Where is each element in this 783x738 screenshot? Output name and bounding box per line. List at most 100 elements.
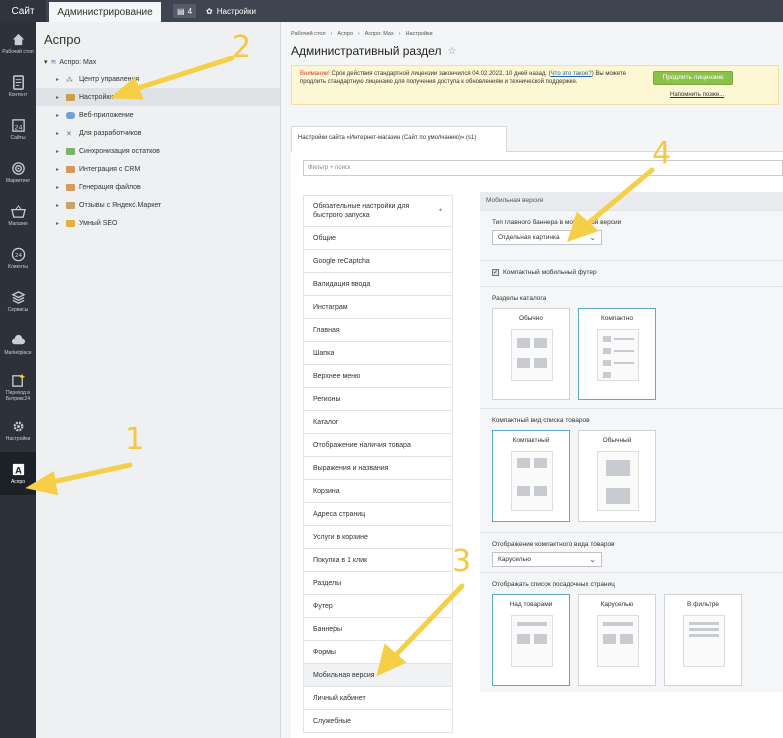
tree-item-control-center[interactable]: ▸ ⁂ Центр управления xyxy=(36,70,280,88)
compact-footer-checkbox[interactable]: ✓ xyxy=(492,269,499,276)
nav-bitrix24[interactable]: Переход в Битрикс24 xyxy=(0,366,36,409)
nav-clients[interactable]: 24 Клиенты xyxy=(0,237,36,280)
option-card-normal[interactable]: Обычно xyxy=(492,308,570,400)
menu-item[interactable]: Покупка в 1 клик xyxy=(303,549,453,572)
site-tab[interactable]: Сайт xyxy=(0,0,46,22)
option-card-compact[interactable]: Компактно xyxy=(578,308,656,400)
menu-item[interactable]: Главная xyxy=(303,319,453,342)
what-is-it-link[interactable]: Что это такое? xyxy=(551,71,592,77)
menu-item[interactable]: Корзина xyxy=(303,480,453,503)
tree-item-smart-seo[interactable]: ▸ Умный SEO xyxy=(36,214,280,232)
expand-icon[interactable]: ▸ xyxy=(56,166,62,173)
banner-type-select[interactable]: Отдельная картинка ⌄ xyxy=(492,230,602,245)
expand-icon[interactable]: ▸ xyxy=(56,184,62,191)
aspro-a-icon: A xyxy=(12,463,24,475)
layout-preview xyxy=(511,329,553,381)
menu-item[interactable]: Формы xyxy=(303,641,453,664)
menu-item[interactable]: Личный кабинет xyxy=(303,687,453,710)
tree-item-webapp[interactable]: ▸ Веб-приложение xyxy=(36,106,280,124)
menu-item[interactable]: Валидация ввода xyxy=(303,273,453,296)
menu-item[interactable]: Обязательные настройки для быстрого запу… xyxy=(303,195,453,227)
tree-item-sync[interactable]: ▸ Синхронизация остатков xyxy=(36,142,280,160)
tree-item-yandex-reviews[interactable]: ▸ Отзывы с Яндекс.Маркет xyxy=(36,196,280,214)
expand-icon[interactable]: ▸ xyxy=(56,202,62,209)
menu-item[interactable]: Каталог xyxy=(303,411,453,434)
nav-shop[interactable]: Магазин xyxy=(0,194,36,237)
menu-item[interactable]: Разделы xyxy=(303,572,453,595)
filter-input[interactable]: Фильтр + поиск xyxy=(303,160,783,176)
option-card-compact-list[interactable]: Компактный xyxy=(492,430,570,522)
nav-aspro[interactable]: A Аспро xyxy=(0,452,36,495)
menu-item[interactable]: Шапка xyxy=(303,342,453,365)
breadcrumb-item[interactable]: Настройки xyxy=(406,31,433,37)
banner-type-block: Тип главного баннера в мобильной версии … xyxy=(480,210,783,260)
nav-content[interactable]: Контент xyxy=(0,65,36,108)
remind-later-link[interactable]: Напомнить позже... xyxy=(670,91,724,99)
menu-item[interactable]: Инстаграм xyxy=(303,296,453,319)
annotation-number: 4 xyxy=(652,136,672,171)
catalog-sections-block: Разделы каталога Обычно Компактно xyxy=(480,286,783,408)
layout-preview xyxy=(511,615,553,667)
puzzle-icon xyxy=(66,111,75,119)
expand-icon[interactable]: ▸ xyxy=(56,148,62,155)
nav-marketing[interactable]: Маркетинг xyxy=(0,151,36,194)
nav-settings[interactable]: Настройки xyxy=(0,409,36,452)
menu-item[interactable]: Выражения и названия xyxy=(303,457,453,480)
admin-tab[interactable]: Администрирование xyxy=(49,2,161,22)
breadcrumb-item[interactable]: Аспро: Max xyxy=(365,31,394,37)
svg-text:24: 24 xyxy=(14,253,22,259)
breadcrumb-item[interactable]: Аспро xyxy=(337,31,353,37)
breadcrumb-item[interactable]: Рабочий стол xyxy=(291,31,326,37)
layers-icon xyxy=(10,291,26,304)
pin-icon[interactable]: ✦ xyxy=(438,207,443,216)
notifications-button[interactable]: ▤ 4 xyxy=(173,4,197,18)
menu-item[interactable]: Отображение наличия товара xyxy=(303,434,453,457)
expand-icon[interactable]: ▸ xyxy=(56,112,62,119)
collapse-icon[interactable]: ▾ xyxy=(44,58,48,66)
menu-item[interactable]: Верхнее меню xyxy=(303,365,453,388)
option-card-carousel[interactable]: Каруселью xyxy=(578,594,656,686)
option-card-normal-list[interactable]: Обычный xyxy=(578,430,656,522)
tree-item-settings[interactable]: ▸ Настройки xyxy=(36,88,280,106)
mobile-settings: Мобильная версия Тип главного баннера в … xyxy=(480,192,783,692)
wrench-icon xyxy=(66,93,75,101)
target-icon xyxy=(11,162,25,175)
expand-icon[interactable]: ▸ xyxy=(56,220,62,227)
display-select[interactable]: Каруселью ⌄ xyxy=(492,552,602,567)
menu-item[interactable]: Регионы xyxy=(303,388,453,411)
tab-site-settings[interactable]: Настройки сайта «Интернет-магазин (Сайт … xyxy=(291,126,507,152)
expand-icon[interactable]: ▸ xyxy=(56,94,62,101)
nav-marketplace[interactable]: Marketplace xyxy=(0,323,36,366)
menu-item-mobile[interactable]: Мобильная версия xyxy=(303,664,453,687)
menu-item[interactable]: Футер xyxy=(303,595,453,618)
basket-icon xyxy=(10,205,26,218)
calendar-24-icon: 24 xyxy=(11,119,25,132)
top-bar: Сайт Администрирование ▤ 4 ✿ Настройки xyxy=(0,0,783,22)
option-card-filter[interactable]: В фильтре xyxy=(664,594,742,686)
menu-item[interactable]: Общие xyxy=(303,227,453,250)
tab-bar: Настройки сайта «Интернет-магазин (Сайт … xyxy=(291,126,783,152)
star-icon[interactable]: ☆ xyxy=(447,46,456,57)
renew-license-button[interactable]: Продлить лицензию xyxy=(653,71,733,85)
tree-item-files[interactable]: ▸ Генерация файлов xyxy=(36,178,280,196)
settings-panel: Фильтр + поиск Обязательные настройки дл… xyxy=(291,152,783,738)
notifications-icon: ▤ xyxy=(177,6,185,16)
expand-icon[interactable]: ▸ xyxy=(56,130,62,137)
tree-item-crm[interactable]: ▸ Интеграция с CRM xyxy=(36,160,280,178)
menu-item[interactable]: Служебные xyxy=(303,710,453,733)
settings-link[interactable]: ✿ Настройки xyxy=(206,7,256,16)
menu-item[interactable]: Услуги в корзине xyxy=(303,526,453,549)
tree-item-developers[interactable]: ▸ ✕ Для разработчиков xyxy=(36,124,280,142)
menu-item[interactable]: Google reCaptcha xyxy=(303,250,453,273)
menu-item[interactable]: Баннеры xyxy=(303,618,453,641)
control-icon: ⁂ xyxy=(66,76,73,84)
option-card-above[interactable]: Над товарами xyxy=(492,594,570,686)
layout-preview xyxy=(511,451,553,511)
nav-sites[interactable]: 24 Сайты xyxy=(0,108,36,151)
aspro-logo-icon: ≋ xyxy=(50,59,57,66)
nav-desktop[interactable]: Рабочий стол xyxy=(0,22,36,65)
nav-services[interactable]: Сервисы xyxy=(0,280,36,323)
menu-item[interactable]: Адреса страниц xyxy=(303,503,453,526)
expand-icon[interactable]: ▸ xyxy=(56,76,62,83)
layout-preview xyxy=(597,329,639,381)
